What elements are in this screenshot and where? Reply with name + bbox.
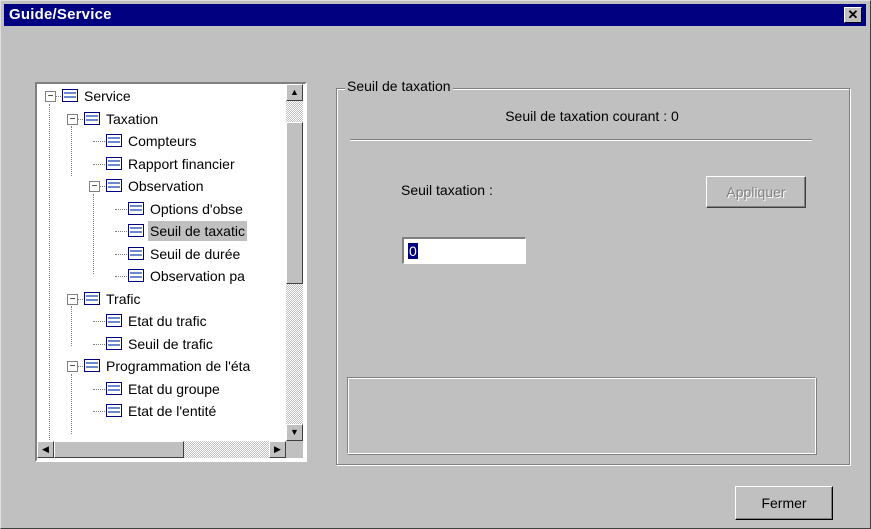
threshold-input-value: 0 [408,243,418,259]
document-list-icon [84,111,100,125]
collapse-toggle[interactable]: − [89,181,100,192]
document-list-icon [84,291,100,305]
apply-button[interactable]: Appliquer [706,176,806,208]
document-list-icon [62,89,78,102]
arrow-left-icon: ◀ [42,444,49,454]
document-list-icon [106,336,122,350]
scroll-up-button[interactable]: ▲ [286,84,303,101]
tree-item-label: Compteurs [128,133,197,149]
document-list-icon [106,179,122,192]
arrow-up-icon: ▲ [290,87,299,97]
collapse-toggle[interactable]: − [67,293,78,305]
document-list-icon [128,269,144,282]
arrow-down-icon: ▼ [290,427,299,437]
scroll-right-button[interactable]: ▶ [269,441,286,458]
dialog-window: Guide/Service ✕ − Service − Taxation Compteu… [0,0,871,529]
tree-item-label: Seuil de taxatic [148,221,247,241]
title-bar[interactable]: Guide/Service ✕ [4,4,866,26]
tree-item-label: Seuil de trafic [128,335,213,352]
tree-horizontal-scrollbar[interactable]: ◀ ▶ [37,441,286,458]
collapse-toggle[interactable]: − [67,361,78,372]
document-list-icon [106,156,122,170]
tree-item-label: Trafic [106,290,141,307]
tree-item-label: Options d'obse [150,200,243,217]
document-list-icon [128,224,144,237]
tree-item-label: Taxation [106,110,159,127]
document-list-icon [128,201,144,215]
collapse-toggle[interactable]: − [67,113,78,125]
document-list-icon [106,404,122,417]
close-window-button[interactable]: ✕ [844,7,862,23]
close-button[interactable]: Fermer [735,486,833,520]
horizontal-scroll-thumb[interactable] [54,441,184,458]
tree-view: − Service − Taxation Compteurs Rapport financ… [37,84,286,441]
document-list-icon [128,246,144,260]
tree-item-label: Seuil de durée [150,245,241,262]
scroll-left-button[interactable]: ◀ [37,441,54,458]
tree-vertical-scrollbar[interactable]: ▲ ▼ [286,84,303,441]
tree-item-label: Etat du trafic [128,313,207,329]
tree-item-label: Rapport financier [128,155,235,172]
tree-item-label: Programmation de l'éta [106,358,251,374]
tree-item-label: Observation [128,178,204,194]
tree-item-label: Service [84,88,131,104]
vertical-scroll-thumb[interactable] [286,122,303,284]
tree-item-label: Observation pa [150,268,245,284]
threshold-input-label: Seuil taxation : [401,182,493,198]
current-threshold-text: Seuil de taxation courant : 0 [505,108,679,124]
group-title: Seuil de taxation [345,78,453,94]
status-box [347,377,816,454]
divider [350,139,812,141]
tree-item-label: Etat de l'entité [128,403,217,419]
close-icon: ✕ [847,7,859,22]
scroll-down-button[interactable]: ▼ [286,424,303,441]
threshold-input[interactable]: 0 [402,237,526,264]
document-list-icon [106,381,122,395]
tree-item-label: Etat du groupe [128,380,220,397]
document-list-icon [106,314,122,327]
collapse-toggle[interactable]: − [45,91,56,102]
document-list-icon [106,134,122,147]
window-title: Guide/Service [9,6,112,23]
scroll-corner [286,441,303,458]
service-tree[interactable]: − Service − Taxation Compteurs Rapport financ… [35,82,307,462]
document-list-icon [84,359,100,372]
arrow-right-icon: ▶ [274,444,281,454]
